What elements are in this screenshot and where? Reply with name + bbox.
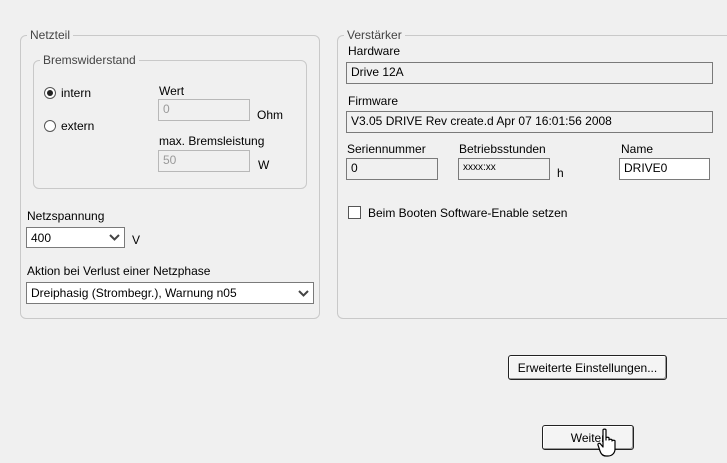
netzphase-label: Aktion bei Verlust einer Netzphase <box>27 264 211 278</box>
netzspannung-select[interactable]: 400 <box>26 227 125 248</box>
radio-intern-label[interactable]: intern <box>61 86 91 100</box>
chevron-down-icon[interactable] <box>106 229 123 246</box>
hardware-label: Hardware <box>348 44 401 58</box>
verstaerker-title: Verstärker <box>344 28 405 42</box>
booten-checkbox[interactable] <box>348 206 361 219</box>
netzspannung-value: 400 <box>31 231 52 245</box>
wert-unit: Ohm <box>257 108 284 122</box>
name-input[interactable]: DRIVE0 <box>619 158 710 180</box>
netzphase-select[interactable]: Dreiphasig (Strombegr.), Warnung n05 <box>26 282 314 304</box>
seriennummer-label: Seriennummer <box>347 142 426 156</box>
netzteil-title: Netzteil <box>27 28 74 42</box>
hand-cursor-icon <box>597 428 616 457</box>
netzspannung-unit: V <box>132 233 141 247</box>
radio-extern-label[interactable]: extern <box>61 119 94 133</box>
wert-label: Wert <box>159 84 185 98</box>
netzphase-value: Dreiphasig (Strombegr.), Warnung n05 <box>31 286 237 300</box>
booten-label[interactable]: Beim Booten Software-Enable setzen <box>368 206 567 220</box>
radio-extern[interactable] <box>44 120 56 132</box>
leistung-label: max. Bremsleistung <box>159 134 265 148</box>
hardware-field: Drive 12A <box>346 62 713 84</box>
netzspannung-label: Netzspannung <box>27 209 105 223</box>
wert-input[interactable]: 0 <box>158 99 250 121</box>
firmware-field: V3.05 DRIVE Rev create.d Apr 07 16:01:56… <box>346 111 713 133</box>
betriebsstunden-label: Betriebsstunden <box>459 142 546 156</box>
radio-intern[interactable] <box>44 87 56 99</box>
seriennummer-field: 0 <box>346 158 438 180</box>
name-label: Name <box>621 142 654 156</box>
erweiterte-einstellungen-button[interactable]: Erweiterte Einstellungen... <box>508 355 667 380</box>
betriebsstunden-unit: h <box>557 166 564 180</box>
chevron-down-icon[interactable] <box>295 284 312 302</box>
firmware-label: Firmware <box>348 94 398 108</box>
leistung-input[interactable]: 50 <box>158 150 250 172</box>
bremswiderstand-title: Bremswiderstand <box>40 53 139 67</box>
leistung-unit: W <box>258 158 270 172</box>
betriebsstunden-field: xxxx:xx <box>458 158 550 180</box>
radio-selected-dot-icon <box>47 90 53 96</box>
